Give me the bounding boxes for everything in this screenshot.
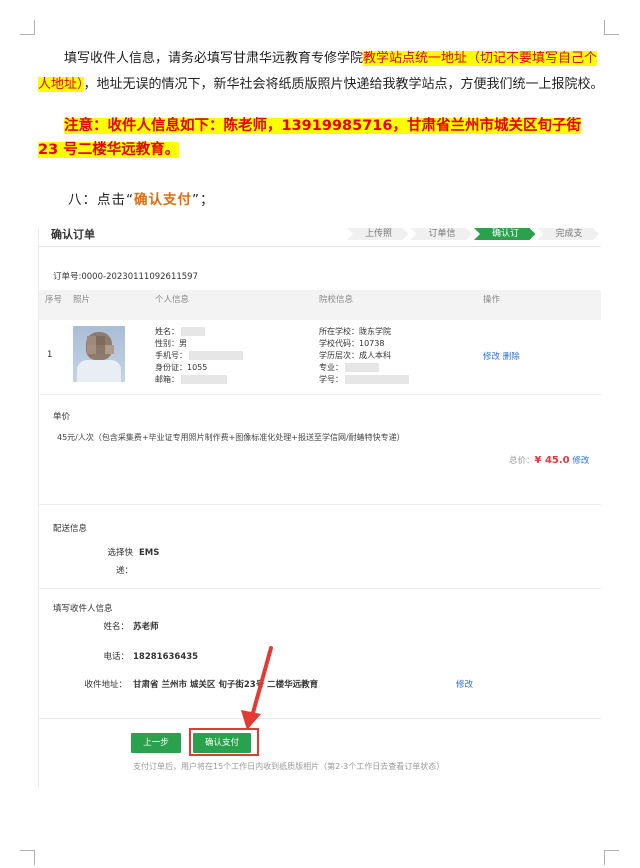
crop-mark-bottom-left: [20, 850, 35, 865]
red-arrow-icon: [241, 646, 273, 730]
step8-suffix: ”；: [192, 192, 215, 208]
step8-prefix: 八：点击“: [68, 192, 134, 208]
para1-text-b: ，地址无误的情况下，新华社会将纸质版照片快递给我教学站点，方便我们统一上报院校。: [83, 77, 604, 92]
crop-mark-top-right: [604, 20, 619, 35]
step8-action: 确认支付: [134, 192, 192, 208]
note-text: 注意：收件人信息如下：陈老师，13919985716，甘肃省兰州市城关区旬子街 …: [38, 118, 581, 158]
step-8-instruction: 八：点击“确认支付”；: [68, 188, 215, 208]
instruction-paragraph: 填写收件人信息，请务必填写甘肃华远教育专修学院教学站点统一地址（切记不要填写自己…: [38, 46, 604, 98]
crop-mark-bottom-right: [604, 850, 619, 865]
note-paragraph: 注意：收件人信息如下：陈老师，13919985716，甘肃省兰州市城关区旬子街 …: [38, 114, 604, 162]
para1-text-a: 填写收件人信息，请务必填写甘肃华远教育专修学院: [64, 51, 364, 66]
embedded-screenshot: 确认订单 上传照片 订单信息 确认订单 完成支付 订单号:0000-202301…: [38, 228, 601, 788]
crop-mark-top-left: [20, 20, 35, 35]
